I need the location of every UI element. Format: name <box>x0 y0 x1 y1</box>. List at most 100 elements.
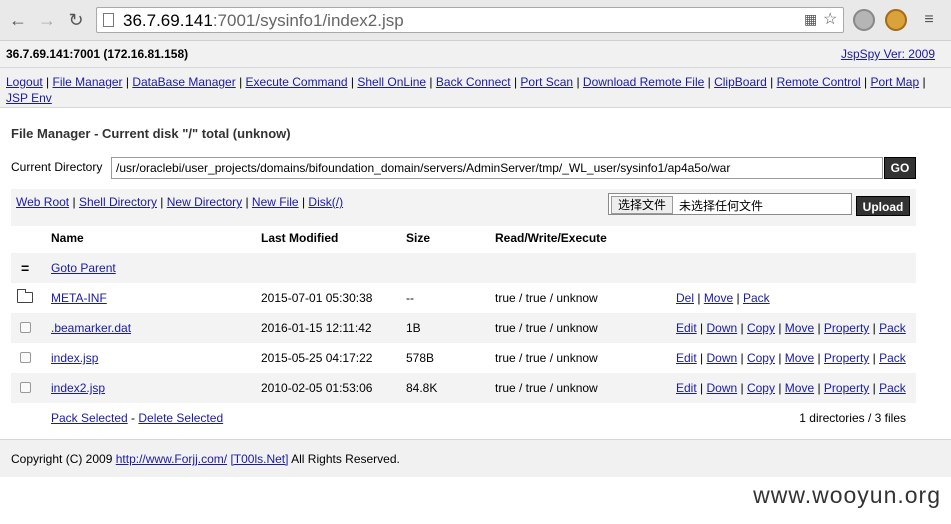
row-checkbox[interactable] <box>20 382 31 393</box>
file-name-link[interactable]: index.jsp <box>51 343 98 373</box>
menu-item-file-manager[interactable]: File Manager <box>53 75 123 89</box>
menu-item-database-manager[interactable]: DataBase Manager <box>132 75 235 89</box>
file-modified: 2016-01-15 12:11:42 <box>261 321 372 335</box>
menu-item-jsp-env[interactable]: JSP Env <box>6 91 52 105</box>
column-header-name: Name <box>51 231 84 245</box>
row-actions: Del | Move | Pack <box>676 291 770 305</box>
action-pack-link[interactable]: Pack <box>879 351 906 365</box>
file-name-link[interactable]: META-INF <box>51 283 107 313</box>
action-down-link[interactable]: Down <box>706 321 737 335</box>
action-copy-link[interactable]: Copy <box>747 381 775 395</box>
go-button[interactable]: GO <box>884 157 916 179</box>
server-info-bar: 36.7.69.141:7001 (172.16.81.158) JspSpy … <box>0 41 951 68</box>
parent-directory-icon: = <box>21 260 30 276</box>
current-directory-input[interactable] <box>111 157 883 179</box>
column-header-rwx: Read/Write/Execute <box>495 231 607 245</box>
table-row: index2.jsp 2010-02-05 01:53:06 84.8K true /… <box>11 373 916 403</box>
parent-row: = Goto Parent <box>11 253 916 283</box>
action-move-link[interactable]: Move <box>785 351 814 365</box>
file-size: 1B <box>406 321 421 335</box>
cookie-extension-icon[interactable] <box>885 9 907 31</box>
address-bar[interactable]: 36.7.69.141:7001/sysinfo1/index2.jsp ▦ ☆ <box>96 7 844 33</box>
bulk-actions: Pack Selected - Delete Selected <box>51 411 224 425</box>
toolbar-link-shell-directory[interactable]: Shell Directory <box>79 195 157 209</box>
directory-toolbar: Web Root | Shell Directory | New Directo… <box>11 189 916 226</box>
folder-icon <box>17 289 33 303</box>
action-pack-link[interactable]: Pack <box>743 291 770 305</box>
upload-button[interactable]: Upload <box>856 196 910 216</box>
translate-icon[interactable]: ▦ <box>804 11 817 28</box>
action-pack-link[interactable]: Pack <box>879 381 906 395</box>
file-manager-panel: File Manager - Current disk "/" total (u… <box>0 108 951 438</box>
menu-item-execute-command[interactable]: Execute Command <box>246 75 348 89</box>
reload-icon[interactable]: ↻ <box>65 9 87 31</box>
action-down-link[interactable]: Down <box>706 381 737 395</box>
pack-selected-link[interactable]: Pack Selected <box>51 411 128 425</box>
page-footer: Copyright (C) 2009 http://www.Forjj.com/… <box>0 439 951 477</box>
file-permissions: true / true / unknow <box>495 291 598 305</box>
action-del-link[interactable]: Del <box>676 291 694 305</box>
choose-file-button[interactable]: 选择文件 <box>611 196 674 214</box>
action-copy-link[interactable]: Copy <box>747 351 775 365</box>
back-icon[interactable]: ← <box>7 9 29 31</box>
column-header-modified: Last Modified <box>261 231 339 245</box>
row-checkbox[interactable] <box>20 352 31 363</box>
row-actions: Edit | Down | Copy | Move | Property | P… <box>676 381 906 395</box>
version-link[interactable]: JspSpy Ver: 2009 <box>841 47 935 61</box>
action-move-link[interactable]: Move <box>704 291 733 305</box>
file-chooser[interactable]: 选择文件 未选择任何文件 <box>608 193 852 215</box>
forward-icon[interactable]: → <box>36 9 58 31</box>
file-chooser-status: 未选择任何文件 <box>679 199 764 213</box>
forjj-link[interactable]: http://www.Forjj.com/ <box>116 452 227 466</box>
table-footer-row: Pack Selected - Delete Selected 1 direct… <box>11 403 916 433</box>
table-row: .beamarker.dat 2016-01-15 12:11:42 1B true … <box>11 313 916 343</box>
action-copy-link[interactable]: Copy <box>747 321 775 335</box>
action-property-link[interactable]: Property <box>824 381 869 395</box>
action-move-link[interactable]: Move <box>785 381 814 395</box>
row-checkbox[interactable] <box>20 322 31 333</box>
t00ls-link[interactable]: [T00ls.Net] <box>230 452 288 466</box>
host-info: 36.7.69.141:7001 (172.16.81.158) <box>6 47 189 61</box>
toolbar-link-new-file[interactable]: New File <box>252 195 299 209</box>
action-property-link[interactable]: Property <box>824 321 869 335</box>
current-directory-label: Current Directory <box>11 160 103 174</box>
action-down-link[interactable]: Down <box>706 351 737 365</box>
toolbar-link-disk[interactable]: Disk(/) <box>308 195 343 209</box>
toolbar-link-web-root[interactable]: Web Root <box>16 195 69 209</box>
menu-item-shell-online[interactable]: Shell OnLine <box>357 75 426 89</box>
globe-extension-icon[interactable] <box>853 9 875 31</box>
toolbar-link-new-directory[interactable]: New Directory <box>167 195 242 209</box>
file-size: -- <box>406 291 414 305</box>
menu-icon[interactable]: ≡ <box>918 9 940 31</box>
bookmark-star-icon[interactable]: ☆ <box>823 9 837 29</box>
page-title: File Manager - Current disk "/" total (u… <box>11 126 291 141</box>
menu-item-clipboard[interactable]: ClipBoard <box>714 75 767 89</box>
page-icon <box>103 13 114 27</box>
menu-item-port-scan[interactable]: Port Scan <box>520 75 573 89</box>
file-size: 84.8K <box>406 381 438 395</box>
menu-item-download-remote-file[interactable]: Download Remote File <box>583 75 704 89</box>
watermark: www.wooyun.org <box>753 482 941 508</box>
action-edit-link[interactable]: Edit <box>676 351 697 365</box>
file-modified: 2015-05-25 04:17:22 <box>261 351 373 365</box>
copyright-label: Copyright (C) 2009 <box>11 452 113 466</box>
menu-item-logout[interactable]: Logout <box>6 75 43 89</box>
menu-item-port-map[interactable]: Port Map <box>870 75 919 89</box>
toolbar-links: Web Root | Shell Directory | New Directo… <box>16 195 344 209</box>
file-modified: 2015-07-01 05:30:38 <box>261 291 373 305</box>
url-text[interactable]: 36.7.69.141:7001/sysinfo1/index2.jsp <box>123 11 404 31</box>
action-property-link[interactable]: Property <box>824 351 869 365</box>
action-move-link[interactable]: Move <box>785 321 814 335</box>
menu-links: Logout | File Manager | DataBase Manager… <box>6 75 926 105</box>
file-name-link[interactable]: .beamarker.dat <box>51 313 131 343</box>
delete-selected-link[interactable]: Delete Selected <box>138 411 223 425</box>
menu-item-back-connect[interactable]: Back Connect <box>436 75 511 89</box>
menu-item-remote-control[interactable]: Remote Control <box>777 75 861 89</box>
action-edit-link[interactable]: Edit <box>676 321 697 335</box>
table-row: META-INF 2015-07-01 05:30:38 -- true / true… <box>11 283 916 313</box>
action-edit-link[interactable]: Edit <box>676 381 697 395</box>
goto-parent-link[interactable]: Goto Parent <box>51 253 116 283</box>
table-header: Name Last Modified Size Read/Write/Execu… <box>11 223 916 253</box>
file-name-link[interactable]: index2.jsp <box>51 373 105 403</box>
action-pack-link[interactable]: Pack <box>879 321 906 335</box>
